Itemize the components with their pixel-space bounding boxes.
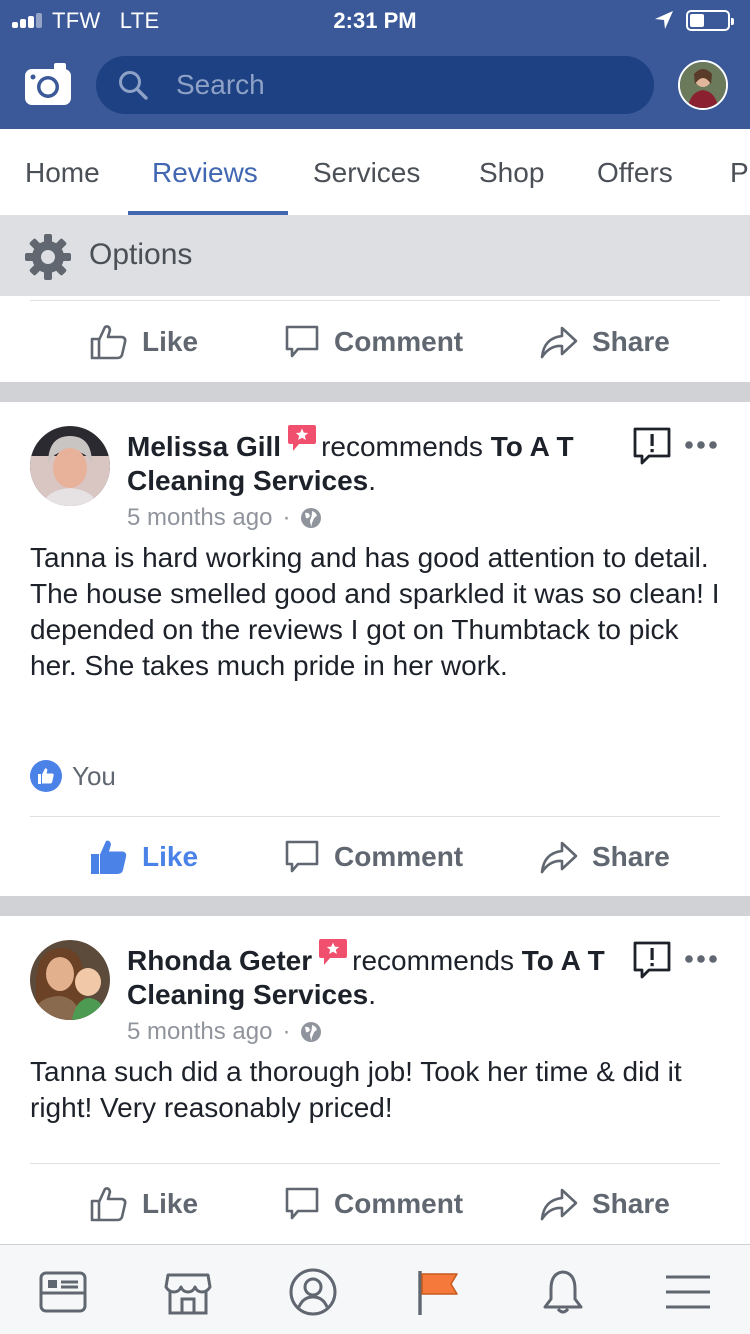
share-label: Share (592, 841, 670, 872)
share-label: Share (592, 326, 670, 357)
feed-separator (0, 382, 750, 402)
review-timestamp[interactable]: 5 months ago (127, 504, 272, 532)
comment-button[interactable]: Comment (284, 317, 463, 367)
page-tabs: Home Reviews Services Shop Offers P (0, 129, 750, 216)
share-label: Share (592, 1188, 670, 1219)
divider (30, 300, 720, 301)
review-timestamp[interactable]: 5 months ago (127, 1018, 272, 1046)
like-button[interactable]: Like (90, 832, 198, 882)
thumbs-up-icon (90, 1187, 127, 1222)
top-bar: TFW LTE 2:31 PM (0, 0, 750, 129)
tab-services[interactable]: Services (313, 157, 420, 189)
tab-reviews[interactable]: Reviews (152, 157, 258, 189)
battery-icon (686, 10, 734, 31)
recommends-text: recommends (352, 945, 514, 976)
recommends-text: recommends (321, 431, 483, 462)
reviewer-name[interactable]: Melissa Gill (127, 431, 281, 462)
comment-label: Comment (334, 841, 464, 872)
notifications-bell-icon[interactable] (538, 1267, 588, 1317)
profile-icon[interactable] (288, 1267, 338, 1317)
location-arrow-icon (655, 11, 673, 29)
camera-icon[interactable] (24, 62, 72, 106)
review-card: Rhonda Geter recommends To A T Cleaning S… (0, 916, 750, 1244)
status-bar: TFW LTE 2:31 PM (0, 0, 750, 40)
review-meta: 5 months ago · (127, 1018, 322, 1046)
thumbs-up-filled-icon (91, 840, 127, 874)
tab-offers[interactable]: Offers (597, 157, 673, 189)
news-feed-icon[interactable] (38, 1267, 88, 1317)
share-button[interactable]: Share (540, 317, 670, 367)
active-tab-indicator (128, 211, 288, 215)
search-icon (119, 71, 148, 100)
like-button[interactable]: Like (90, 1179, 198, 1229)
tab-more[interactable]: P (730, 157, 749, 189)
thumbs-up-icon (90, 325, 127, 360)
comment-button[interactable]: Comment (284, 832, 463, 882)
review-card: Melissa Gill recommends To A T Cleaning S… (0, 402, 750, 896)
share-arrow-icon (540, 326, 578, 359)
report-review-icon[interactable] (632, 426, 672, 466)
like-reaction-icon (30, 760, 62, 792)
reviewer-avatar[interactable] (30, 426, 110, 506)
comment-label: Comment (334, 326, 464, 357)
review-meta: 5 months ago · (127, 504, 322, 532)
like-button[interactable]: Like (90, 317, 198, 367)
recommend-badge-icon (288, 425, 317, 451)
marketplace-icon[interactable] (163, 1267, 213, 1317)
like-label: Like (142, 326, 199, 357)
reviewer-avatar[interactable] (30, 940, 110, 1020)
previous-post-actions: Like Comment Share (0, 296, 750, 382)
like-label: Like (142, 1188, 199, 1219)
review-headline: Melissa Gill recommends To A T Cleaning S… (127, 425, 607, 498)
review-text: Tanna is hard working and has good atten… (30, 542, 720, 681)
share-button[interactable]: Share (540, 1179, 670, 1229)
divider (30, 1163, 720, 1164)
divider (30, 816, 720, 817)
comment-bubble-icon (285, 840, 319, 873)
pages-flag-icon[interactable] (413, 1267, 463, 1317)
feed-separator (0, 896, 750, 916)
report-review-icon[interactable] (632, 940, 672, 980)
options-label: Options (89, 238, 193, 271)
gear-icon (25, 234, 71, 280)
comment-button[interactable]: Comment (284, 1179, 463, 1229)
search-input[interactable] (176, 66, 616, 104)
share-arrow-icon (540, 1188, 578, 1221)
reviewer-name[interactable]: Rhonda Geter (127, 945, 312, 976)
search-bar[interactable] (96, 56, 654, 114)
profile-avatar[interactable] (678, 60, 728, 110)
comment-bubble-icon (285, 325, 319, 358)
bottom-navigation (0, 1244, 750, 1334)
review-headline: Rhonda Geter recommends To A T Cleaning S… (127, 939, 607, 1012)
share-arrow-icon (540, 841, 578, 874)
like-label: Like (142, 841, 199, 872)
menu-icon[interactable] (663, 1267, 713, 1317)
comment-label: Comment (334, 1188, 464, 1219)
globe-icon (301, 1022, 322, 1042)
reactions-summary[interactable]: You (30, 760, 116, 792)
reactions-label: You (72, 760, 116, 791)
more-options-icon[interactable] (684, 435, 718, 455)
comment-bubble-icon (285, 1187, 319, 1220)
tab-home[interactable]: Home (25, 157, 100, 189)
review-text: Tanna such did a thorough job! Took her … (30, 1056, 682, 1123)
options-bar[interactable]: Options (0, 216, 750, 296)
more-options-icon[interactable] (684, 949, 718, 969)
status-time: 2:31 PM (333, 8, 417, 33)
recommend-badge-icon (319, 939, 348, 965)
share-button[interactable]: Share (540, 832, 670, 882)
globe-icon (301, 508, 322, 528)
tab-shop[interactable]: Shop (479, 157, 544, 189)
